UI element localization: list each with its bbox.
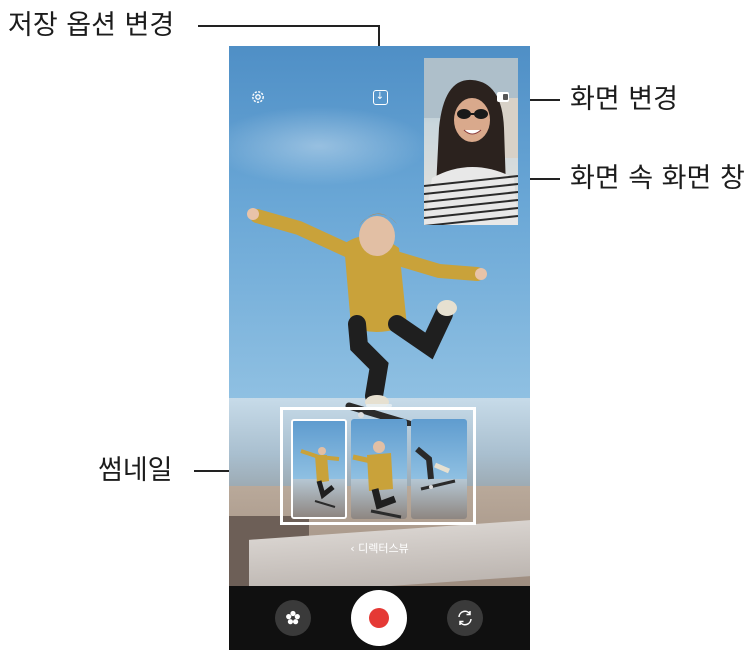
thumbnail-item[interactable] (351, 419, 407, 519)
thumbnail-item[interactable] (411, 419, 467, 519)
directors-view-label: 디렉터스뷰 (358, 542, 409, 555)
callout-line-save-option (198, 25, 379, 27)
callout-pip-window: 화면 속 화면 창 (570, 163, 745, 194)
record-icon (369, 608, 389, 628)
camera-preview-subject (247, 208, 487, 426)
callout-save-option: 저장 옵션 변경 (8, 10, 175, 41)
directors-view-link[interactable]: ‹ 디렉터스뷰 (229, 540, 530, 556)
pip-preview-subject (424, 58, 518, 225)
download-icon[interactable]: ↓ (371, 88, 389, 106)
effects-icon[interactable] (275, 600, 311, 636)
thumbnail-item[interactable] (291, 419, 347, 519)
pip-window[interactable] (424, 58, 518, 225)
switch-screen-icon[interactable] (497, 92, 509, 102)
camera-screen: ↓ ‹ 디렉터스뷰 (229, 46, 530, 650)
callout-thumbnails: 썸네일 (98, 455, 173, 486)
record-button[interactable] (351, 590, 407, 646)
chevron-left-icon: ‹ (350, 542, 355, 555)
flip-camera-icon[interactable] (447, 600, 483, 636)
gear-icon[interactable] (249, 88, 267, 106)
camera-controls-bar (229, 586, 530, 650)
callout-switch-screen: 화면 변경 (570, 84, 678, 115)
